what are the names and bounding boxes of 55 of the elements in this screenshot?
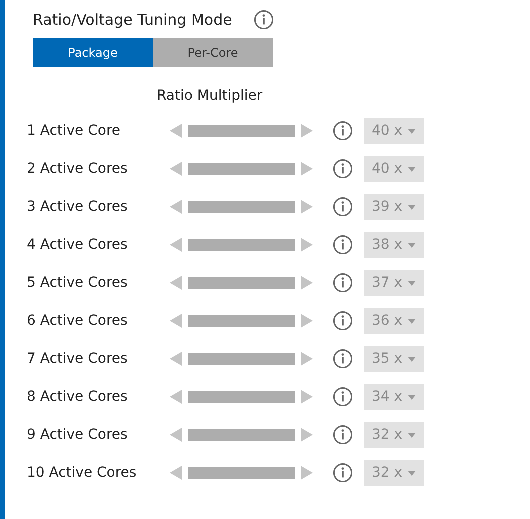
info-icon[interactable] [333,311,353,331]
core-label: 4 Active Cores [27,237,129,253]
section-title: Ratio/Voltage Tuning Mode [33,11,232,29]
core-label: 8 Active Cores [27,389,129,405]
core-label: 1 Active Core [27,123,122,139]
info-icon[interactable] [333,349,353,369]
info-icon[interactable] [254,10,274,30]
core-label: 3 Active Cores [27,199,129,215]
info-icon[interactable] [333,197,353,217]
left-arrow-icon[interactable] [170,390,182,404]
mode-tab[interactable]: Per-Core [153,38,273,67]
info-icon[interactable] [333,121,353,141]
caret-icon [408,166,416,172]
right-arrow-icon[interactable] [301,428,313,442]
column-header: Ratio Multiplier [157,88,264,104]
info-icon[interactable] [333,159,353,179]
caret-icon [408,242,416,248]
right-arrow-icon[interactable] [301,390,313,404]
caret-icon [408,470,416,476]
core-label: 7 Active Cores [27,351,129,367]
right-arrow-icon[interactable] [301,124,313,138]
core-label: 9 Active Cores [27,427,129,443]
info-icon[interactable] [333,235,353,255]
core-label: 2 Active Cores [27,161,129,177]
caret-icon [408,280,416,286]
right-arrow-icon[interactable] [301,466,313,480]
left-arrow-icon[interactable] [170,466,182,480]
mode-tab[interactable]: Package [33,38,153,67]
right-arrow-icon[interactable] [301,352,313,366]
caret-icon [408,394,416,400]
left-arrow-icon[interactable] [170,238,182,252]
left-arrow-icon[interactable] [170,124,182,138]
left-arrow-icon[interactable] [170,352,182,366]
right-arrow-icon[interactable] [301,200,313,214]
left-arrow-icon[interactable] [170,276,182,290]
right-arrow-icon[interactable] [301,276,313,290]
caret-icon [408,128,416,134]
right-arrow-icon[interactable] [301,314,313,328]
left-arrow-icon[interactable] [170,314,182,328]
core-label: 5 Active Cores [27,275,129,291]
info-icon[interactable] [333,425,353,445]
right-arrow-icon[interactable] [301,162,313,176]
left-arrow-icon[interactable] [170,200,182,214]
core-label: 6 Active Cores [27,313,129,329]
right-arrow-icon[interactable] [301,238,313,252]
caret-icon [408,204,416,210]
info-icon[interactable] [333,273,353,293]
left-arrow-icon[interactable] [170,162,182,176]
info-icon[interactable] [333,463,353,483]
core-label: 10 Active Cores [27,465,138,481]
caret-icon [408,432,416,438]
caret-icon [408,356,416,362]
info-icon[interactable] [333,387,353,407]
caret-icon [408,318,416,324]
left-arrow-icon[interactable] [170,428,182,442]
